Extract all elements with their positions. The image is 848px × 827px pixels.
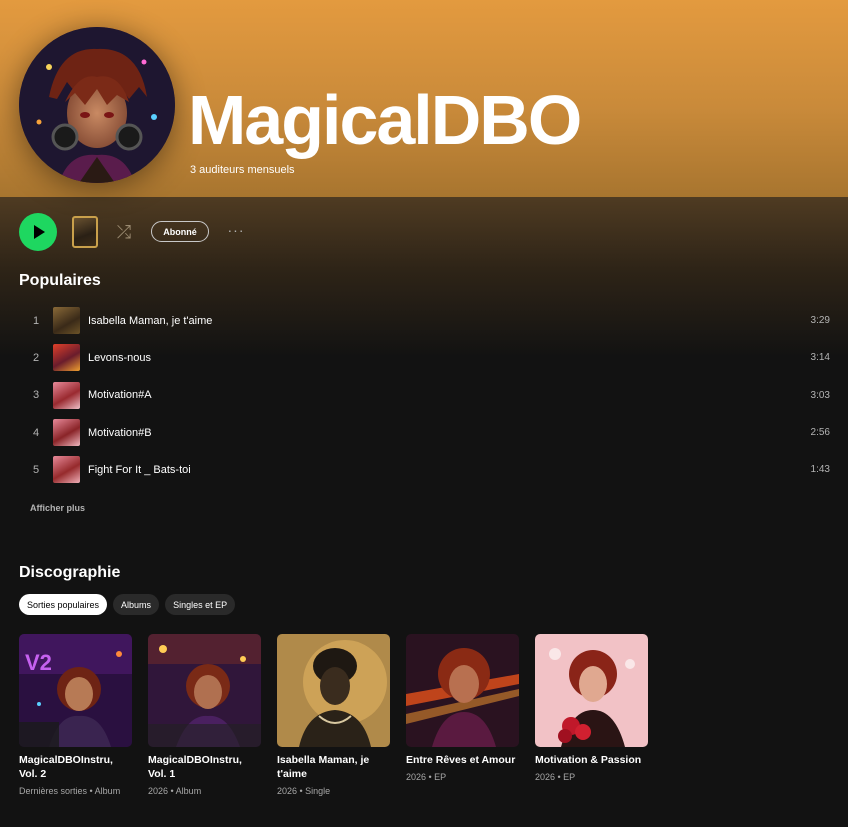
track-duration: 1:43 [810,464,830,476]
track-duration: 2:56 [810,427,830,439]
release-title: Motivation & Passion [535,754,642,766]
track-row[interactable]: 3 Motivation#A 3:03 [19,377,834,414]
release-subtitle: 2026 • EP [535,772,576,782]
artist-name: MagicalDBO [188,81,582,159]
release-card[interactable]: Isabella Maman, je t'aime 2026 • Single [277,634,390,798]
release-subtitle: Dernières sorties • Album [19,786,121,796]
release-cover: V2 [19,634,132,747]
play-icon [34,225,45,239]
release-cover [277,634,390,747]
release-cover [148,634,261,747]
track-cover [53,307,80,335]
release-title: MagicalDBOInstru, Vol. 1 [148,754,242,780]
discography-title: Discographie [19,564,121,581]
popular-tracks-list: 1 Isabella Maman, je t'aime 3:29 2 Levon… [19,302,834,488]
filter-singles-ep[interactable]: Singles et EP [165,594,236,615]
track-row[interactable]: 4 Motivation#B 2:56 [19,414,834,451]
track-row[interactable]: 5 Fight For It _ Bats-toi 1:43 [19,451,834,488]
release-title: Isabella Maman, je t'aime [277,754,370,780]
track-cover [53,344,80,372]
track-duration: 3:14 [810,352,830,364]
discography-filters: Sorties populaires Albums Singles et EP [19,594,236,615]
track-title[interactable]: Levons-nous [88,352,794,364]
popular-title: Populaires [19,272,101,289]
track-title[interactable]: Motivation#B [88,427,794,439]
filter-popular-releases[interactable]: Sorties populaires [19,594,108,615]
release-subtitle: 2026 • EP [406,772,447,782]
artist-avatar [19,27,175,183]
follow-button[interactable]: Abonné [151,221,209,242]
svg-text:V2: V2 [25,650,52,675]
release-card[interactable]: Motivation & Passion 2026 • EP [535,634,648,798]
track-title[interactable]: Fight For It _ Bats-toi [88,464,794,476]
release-title: Entre Rêves et Amour [406,754,516,766]
release-card[interactable]: MagicalDBOInstru, Vol. 1 2026 • Album [148,634,261,798]
release-subtitle: 2026 • Single [277,786,331,796]
shuffle-icon[interactable]: ⤮ [113,222,135,242]
track-duration: 3:03 [810,389,830,401]
track-number: 4 [32,426,40,439]
track-number: 3 [32,389,40,402]
track-number: 2 [32,351,40,364]
preview-cover[interactable] [72,216,98,248]
release-cover [406,634,519,747]
track-row[interactable]: 2 Levons-nous 3:14 [19,339,834,376]
more-options-button[interactable]: ··· [225,219,247,241]
release-card[interactable]: V2 MagicalDBOInstru, Vol. 2 Dernières so… [19,634,132,798]
release-cover [535,634,648,747]
track-cover [53,456,80,484]
release-title: MagicalDBOInstru, Vol. 2 [19,754,113,780]
track-number: 1 [32,314,40,327]
track-duration: 3:29 [810,315,830,327]
track-title[interactable]: Motivation#A [88,389,794,401]
release-subtitle: 2026 • Album [148,786,202,796]
track-row[interactable]: 1 Isabella Maman, je t'aime 3:29 [19,302,834,339]
release-card[interactable]: Entre Rêves et Amour 2026 • EP [406,634,519,798]
show-more-link[interactable]: Afficher plus [30,503,85,513]
track-cover [53,419,80,447]
discography-grid: V2 MagicalDBOInstru, Vol. 2 Dernières so… [19,634,648,798]
track-number: 5 [32,463,40,476]
track-title[interactable]: Isabella Maman, je t'aime [88,315,794,327]
monthly-listeners: 3 auditeurs mensuels [190,164,295,176]
filter-albums[interactable]: Albums [113,594,160,615]
play-button[interactable] [19,213,57,251]
track-cover [53,381,80,409]
action-bar: ⤮ Abonné ··· [19,213,319,251]
